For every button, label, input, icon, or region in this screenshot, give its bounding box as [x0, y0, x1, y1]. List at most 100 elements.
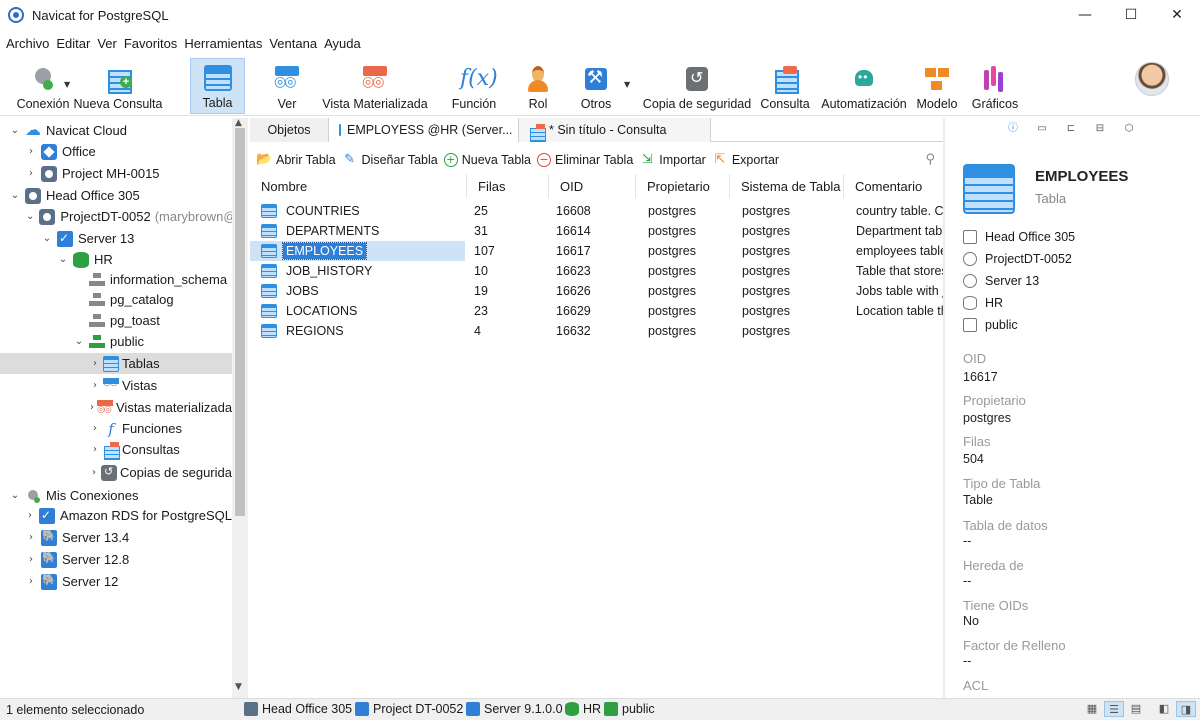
maximize-button[interactable]: ☐ — [1108, 0, 1154, 30]
others-button[interactable]: Otros — [572, 58, 620, 114]
column-header-filas[interactable]: Filas — [467, 174, 549, 198]
tree-item-navicat-cloud[interactable]: ⌄ Navicat Cloud — [0, 120, 232, 141]
grid-view-icon[interactable]: ▦ — [1082, 701, 1102, 717]
chevron-right-icon[interactable]: › — [26, 168, 36, 179]
open-table-button[interactable]: 📂 Abrir Tabla — [256, 153, 336, 168]
tree-item-server-13[interactable]: ⌄ Server 13 — [0, 228, 232, 249]
column-header-comentario[interactable]: Comentario — [844, 174, 943, 198]
view-button[interactable]: Ver — [262, 58, 312, 114]
chevron-down-icon[interactable]: ⌄ — [10, 125, 20, 136]
table-row[interactable]: REGIONS 4 16632 postgres postgres — [250, 321, 943, 341]
table-row[interactable]: JOB_HISTORY 10 16623 postgres postgres T… — [250, 261, 943, 281]
menu-archivo[interactable]: Archivo — [6, 36, 49, 51]
menu-herramientas[interactable]: Herramientas — [184, 36, 262, 51]
chevron-right-icon[interactable]: › — [90, 358, 100, 369]
chevron-right-icon[interactable]: › — [26, 554, 36, 565]
chevron-down-icon[interactable]: ⌄ — [74, 336, 84, 347]
chevron-down-icon[interactable]: ⌄ — [26, 211, 34, 222]
import-button[interactable]: ⇲ Importar — [639, 153, 706, 168]
menu-favoritos[interactable]: Favoritos — [124, 36, 177, 51]
chevron-right-icon[interactable]: › — [90, 423, 100, 434]
list-view-icon[interactable]: ☰ — [1104, 701, 1124, 717]
query-button[interactable]: Consulta — [758, 58, 812, 114]
tree-item-funciones[interactable]: › f Funciones — [0, 418, 232, 439]
chevron-right-icon[interactable]: › — [26, 146, 36, 157]
tree-item-server-12[interactable]: › Server 12 — [0, 571, 232, 592]
menu-ayuda[interactable]: Ayuda — [324, 36, 361, 51]
tree-item-vistas[interactable]: › Vistas — [0, 375, 232, 396]
dependencies-icon[interactable]: ⊏ — [1063, 122, 1079, 136]
tree-item-pg-catalog[interactable]: pg_catalog — [0, 289, 232, 310]
sidebar-right-icon[interactable]: ◨ — [1176, 701, 1196, 717]
chevron-down-icon[interactable]: ▼ — [624, 80, 630, 89]
column-header-oid[interactable]: OID — [549, 174, 636, 198]
tree-item-server-12-8[interactable]: › Server 12.8 — [0, 549, 232, 570]
tree-item-consultas[interactable]: › Consultas — [0, 439, 232, 460]
detail-view-icon[interactable]: ▤ — [1126, 701, 1146, 717]
table-row[interactable]: COUNTRIES 25 16608 postgres postgres cou… — [250, 201, 943, 221]
tree-item-copias-de-seguridad[interactable]: › Copias de segurida — [0, 462, 232, 483]
chevron-right-icon[interactable]: › — [90, 402, 94, 413]
backup-button[interactable]: Copia de seguridad — [643, 58, 751, 114]
menu-ver[interactable]: Ver — [97, 36, 117, 51]
chevron-down-icon[interactable]: ⌄ — [10, 190, 20, 201]
chevron-right-icon[interactable]: › — [90, 467, 98, 478]
tree-item-amazon-rds[interactable]: › Amazon RDS for PostgreSQL — [0, 505, 232, 526]
table-row[interactable]: LOCATIONS 23 16629 postgres postgres Loc… — [250, 301, 943, 321]
tree-item-mis-conexiones[interactable]: ⌄ Mis Conexiones — [0, 485, 232, 506]
tree-item-tablas[interactable]: › Tablas — [0, 353, 232, 374]
table-row[interactable]: JOBS 19 16626 postgres postgres Jobs tab… — [250, 281, 943, 301]
menu-editar[interactable]: Editar — [56, 36, 90, 51]
model-button[interactable]: Modelo — [914, 58, 960, 114]
tree-item-head-office-305[interactable]: ⌄ Head Office 305 — [0, 185, 232, 206]
scroll-up-icon[interactable]: ▲ — [235, 118, 242, 128]
delete-table-button[interactable]: − Eliminar Tabla — [537, 153, 633, 167]
column-header-sistema[interactable]: Sistema de Tabla — [730, 174, 844, 198]
chevron-down-icon[interactable]: ⌄ — [58, 254, 68, 265]
close-button[interactable]: ✕ — [1154, 0, 1200, 30]
tree-item-public[interactable]: ⌄ public — [0, 331, 232, 352]
column-header-propietario[interactable]: Propietario — [636, 174, 730, 198]
chevron-right-icon[interactable]: › — [26, 532, 36, 543]
table-button[interactable]: Tabla — [190, 58, 245, 114]
sidebar-left-icon[interactable]: ◧ — [1154, 701, 1174, 717]
chevron-right-icon[interactable]: › — [26, 576, 36, 587]
ddl-icon[interactable]: ▭ — [1034, 122, 1050, 136]
info-circle-icon[interactable]: ⓘ — [1005, 122, 1021, 136]
table-row[interactable]: DEPARTMENTS 31 16614 postgres postgres D… — [250, 221, 943, 241]
tree-item-vistas-materializadas[interactable]: › Vistas materializada — [0, 397, 232, 418]
chevron-down-icon[interactable]: ⌄ — [10, 490, 20, 501]
materialized-view-button[interactable]: Vista Materializada — [322, 58, 428, 114]
tree-item-pg-toast[interactable]: pg_toast — [0, 310, 232, 331]
export-button[interactable]: ⇱ Exportar — [712, 153, 779, 168]
tab-objects[interactable]: Objetos — [250, 118, 329, 142]
tree-item-information-schema[interactable]: information_schema — [0, 269, 232, 290]
menu-ventana[interactable]: Ventana — [269, 36, 317, 51]
tree-item-hr[interactable]: ⌄ HR — [0, 249, 232, 270]
tab-untitled-query[interactable]: * Sin título - Consulta — [519, 118, 711, 142]
chevron-down-icon[interactable]: ▼ — [64, 80, 70, 89]
charts-button[interactable]: Gráficos — [968, 58, 1022, 114]
tree-item-office[interactable]: › Office — [0, 141, 232, 162]
tab-employees[interactable]: EMPLOYESS @HR (Server... — [329, 118, 519, 142]
scrollbar-thumb[interactable] — [235, 128, 245, 516]
tree-scrollbar[interactable]: ▲ ▼ — [232, 118, 248, 698]
automation-button[interactable]: Automatización — [821, 58, 907, 114]
column-header-nombre[interactable]: Nombre — [250, 174, 467, 198]
tree-item-project-mh-0015[interactable]: › Project MH-0015 — [0, 163, 232, 184]
scroll-down-icon[interactable]: ▼ — [235, 682, 242, 692]
user-avatar[interactable] — [1135, 62, 1169, 96]
tree-item-projectdt-0052[interactable]: ⌄ ProjectDT-0052 (marybrown@ — [0, 206, 232, 227]
new-table-button[interactable]: + Nueva Tabla — [443, 153, 531, 167]
table-row-selected[interactable]: EMPLOYEES 107 16617 postgres postgres em… — [250, 241, 943, 261]
tree-item-server-13-4[interactable]: › Server 13.4 — [0, 527, 232, 548]
chevron-right-icon[interactable]: › — [26, 510, 34, 521]
search-icon[interactable]: ⚲ — [925, 152, 935, 167]
role-button[interactable]: Rol — [514, 58, 562, 114]
minimize-button[interactable]: — — [1062, 0, 1108, 30]
structure-icon[interactable]: ⊟ — [1092, 122, 1108, 136]
chevron-right-icon[interactable]: › — [90, 444, 100, 455]
chevron-down-icon[interactable]: ⌄ — [42, 233, 52, 244]
design-table-button[interactable]: ✎ Diseñar Tabla — [342, 153, 438, 168]
function-button[interactable]: f(x) Función — [448, 58, 500, 114]
